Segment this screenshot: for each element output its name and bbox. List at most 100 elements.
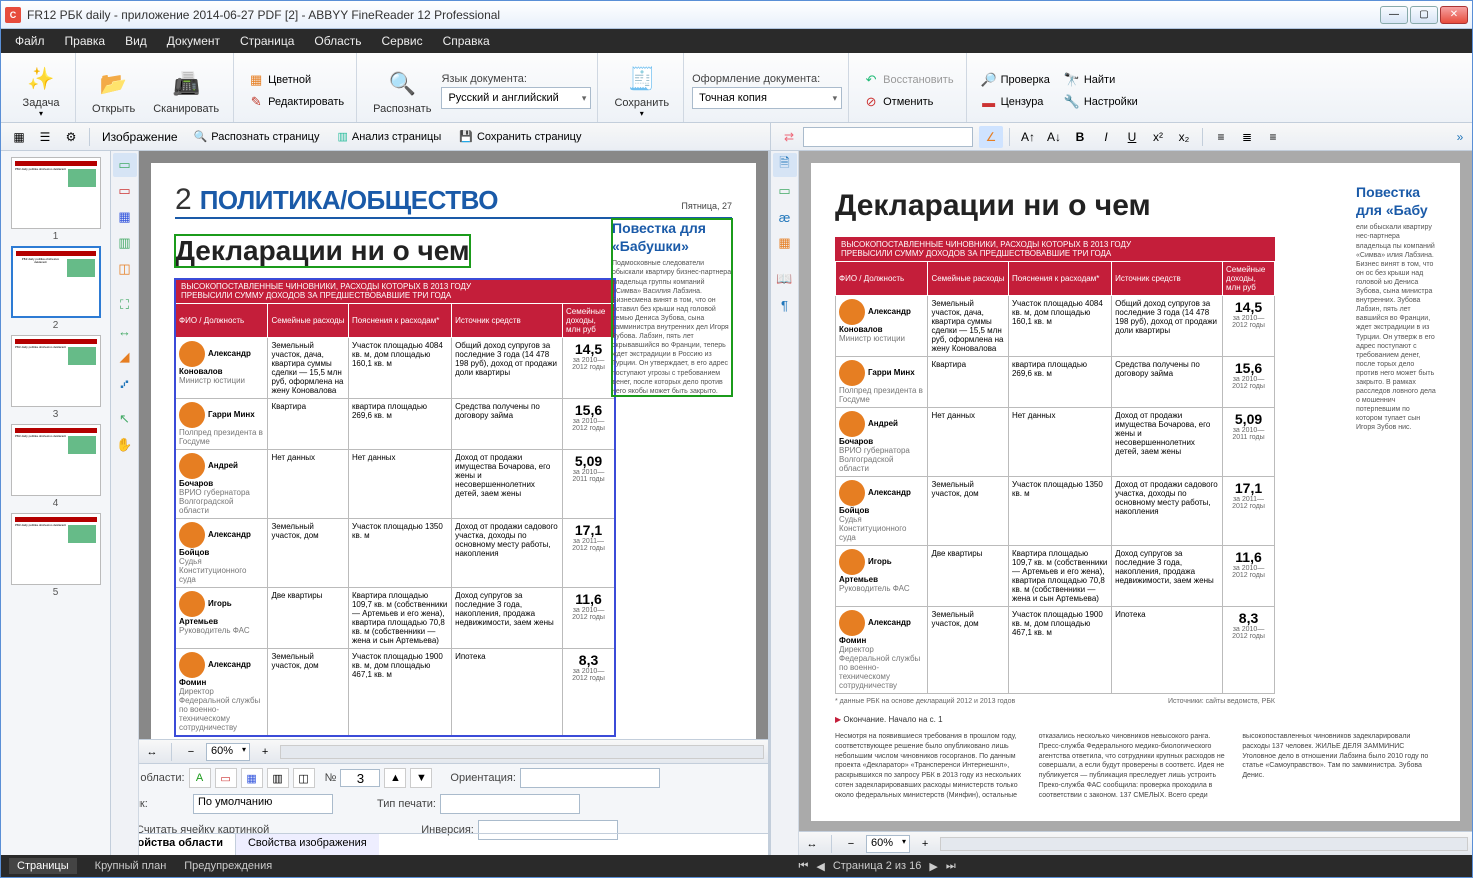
thumbs-view-button[interactable]: ▦ [7,126,31,148]
edit-image-button[interactable]: ✎Редактировать [242,92,350,112]
page-view-button[interactable]: ▭ [773,179,797,203]
area-type-barcode[interactable]: ▥ [267,768,289,788]
align-center-button[interactable]: ≣ [1235,126,1259,148]
pager-prev[interactable]: ◀ [816,860,824,873]
highlight-button[interactable]: ∠ [979,126,1003,148]
save-button[interactable]: 🧾Сохранить▾ [606,60,677,122]
dictionary-button[interactable]: 📖 [773,267,797,291]
text-area-tool[interactable]: ▭ [113,153,137,177]
maximize-button[interactable]: ▢ [1410,6,1438,24]
find-button[interactable]: 🔭Найти [1058,70,1144,90]
text-zoom-dropdown[interactable]: 60% [866,835,910,853]
area-type-table[interactable]: ▦ [241,768,263,788]
pager-last[interactable]: ⏭ [946,860,956,873]
select-tool[interactable]: ↖ [113,407,137,431]
print-type-dropdown[interactable] [440,794,580,814]
text-h-scrollbar[interactable] [940,837,1468,851]
show-chars-button[interactable]: ¶ [773,293,797,317]
page-date: Пятница, 27 [681,201,732,211]
save-page-button[interactable]: 💾Сохранить страницу [451,127,589,146]
fit-page-tool[interactable]: ⛶ [113,293,137,317]
area-type-background[interactable]: ◫ [293,768,315,788]
thumbnail-1[interactable]: РБК daily politika obshestvo deklaracii1 [9,157,103,242]
menu-area[interactable]: Область [304,30,371,52]
layout-dropdown[interactable]: Точная копия [692,87,842,109]
restore-button[interactable]: ↶Восстановить [857,70,959,90]
h-scrollbar[interactable] [280,745,764,759]
menu-help[interactable]: Справка [433,30,500,52]
color-mode-button[interactable]: ▦Цветной [242,70,350,90]
bold-button[interactable]: B [1068,126,1092,148]
pager-next[interactable]: ▶ [929,860,937,873]
zoom-out-button[interactable]: − [180,742,202,762]
close-button[interactable]: ✕ [1440,6,1468,24]
text-view-button[interactable]: 🗎 [773,153,797,177]
eraser-tool[interactable]: ◢ [113,345,137,369]
area-num-up[interactable]: ▲ [384,768,406,788]
picture-tool[interactable]: ▦ [773,231,797,255]
menu-page[interactable]: Страница [230,30,304,52]
area-number-input[interactable] [340,769,380,787]
menu-service[interactable]: Сервис [372,30,433,52]
barcode-area-tool[interactable]: ▥ [113,231,137,255]
text-fit-width-button[interactable]: ↔ [801,834,823,854]
recognize-page-button[interactable]: 🔍Распознать страницу [186,127,328,146]
orientation-dropdown[interactable] [520,768,660,788]
style-dropdown[interactable] [803,127,973,147]
font-size-up-button[interactable]: A↑ [1016,126,1040,148]
zoom-level-dropdown[interactable]: 60% [206,743,250,761]
open-button[interactable]: 📂Открыть [84,60,143,122]
tab-image-properties[interactable]: Свойства изображения [236,834,379,855]
page-image[interactable]: 2 ПОЛИТИКА/ОБЩЕСТВО Пятница, 27 Декларац… [151,163,756,739]
font-size-down-button[interactable]: A↓ [1042,126,1066,148]
fit-width-button[interactable]: ↔ [141,742,163,762]
area-num-down[interactable]: ▼ [410,768,432,788]
picture-area-tool[interactable]: ▭ [113,179,137,203]
subscript-button[interactable]: x₂ [1172,126,1196,148]
details-view-button[interactable]: ☰ [33,126,57,148]
sort-button[interactable]: ⚙ [59,126,83,148]
thumbnail-4[interactable]: РБК daily politika obshestvo deklaracii4 [9,424,103,509]
text-zoom-out-button[interactable]: − [840,834,862,854]
align-left-button[interactable]: ≡ [1209,126,1233,148]
thumbnail-3[interactable]: РБК daily politika obshestvo deklaracii3 [9,335,103,420]
options-button[interactable]: 🔧Настройки [1058,92,1144,112]
thumbnail-5[interactable]: РБК daily politika obshestvo deklaracii5 [9,513,103,598]
pager-first[interactable]: ⏮ [798,860,808,873]
underline-button[interactable]: U [1120,126,1144,148]
align-right-button[interactable]: ≡ [1261,126,1285,148]
fit-width-tool[interactable]: ↔ [113,319,137,343]
status-warnings-tab[interactable]: Предупреждения [184,860,272,872]
language-dropdown[interactable]: По умолчанию [193,794,333,814]
menu-edit[interactable]: Правка [55,30,116,52]
task-button[interactable]: ✨Задача▾ [13,60,69,122]
doc-lang-dropdown[interactable]: Русский и английский [441,87,591,109]
recognition-area-tool[interactable]: ◫ [113,257,137,281]
recognized-text-page[interactable]: Декларации ни о чем ВЫСОКОПОСТАВЛЕННЫЕ Ч… [811,163,1460,821]
style-sync-button[interactable]: ⇄ [777,126,801,148]
recognize-button[interactable]: 🔍Распознать [365,60,439,122]
verify-button[interactable]: 🔎Проверка [975,70,1056,90]
area-type-text[interactable]: A [189,768,211,788]
order-tool[interactable]: ⑇ [113,371,137,395]
menu-file[interactable]: Файл [5,30,55,52]
text-zoom-in-button[interactable]: + [914,834,936,854]
italic-button[interactable]: I [1094,126,1118,148]
table-area-tool[interactable]: ▦ [113,205,137,229]
censor-button[interactable]: ▬Цензура [975,92,1056,112]
status-closeup-tab[interactable]: Крупный план [95,860,167,872]
analyze-page-button[interactable]: ▥Анализ страницы [329,127,449,146]
zoom-in-button[interactable]: + [254,742,276,762]
thumbnail-2[interactable]: РБК daily politika obshestvo deklaracii2 [9,246,103,331]
menu-document[interactable]: Документ [157,30,230,52]
hand-tool[interactable]: ✋ [113,433,137,457]
status-pages-tab[interactable]: Страницы [9,858,77,874]
hyperlink-tool[interactable]: æ [773,205,797,229]
cancel-button[interactable]: ⊘Отменить [857,92,959,112]
superscript-button[interactable]: x² [1146,126,1170,148]
area-type-picture[interactable]: ▭ [215,768,237,788]
menu-view[interactable]: Вид [115,30,157,52]
scan-button[interactable]: 📠Сканировать [145,60,227,122]
minimize-button[interactable]: — [1380,6,1408,24]
more-tools-button[interactable]: » [1448,126,1472,148]
